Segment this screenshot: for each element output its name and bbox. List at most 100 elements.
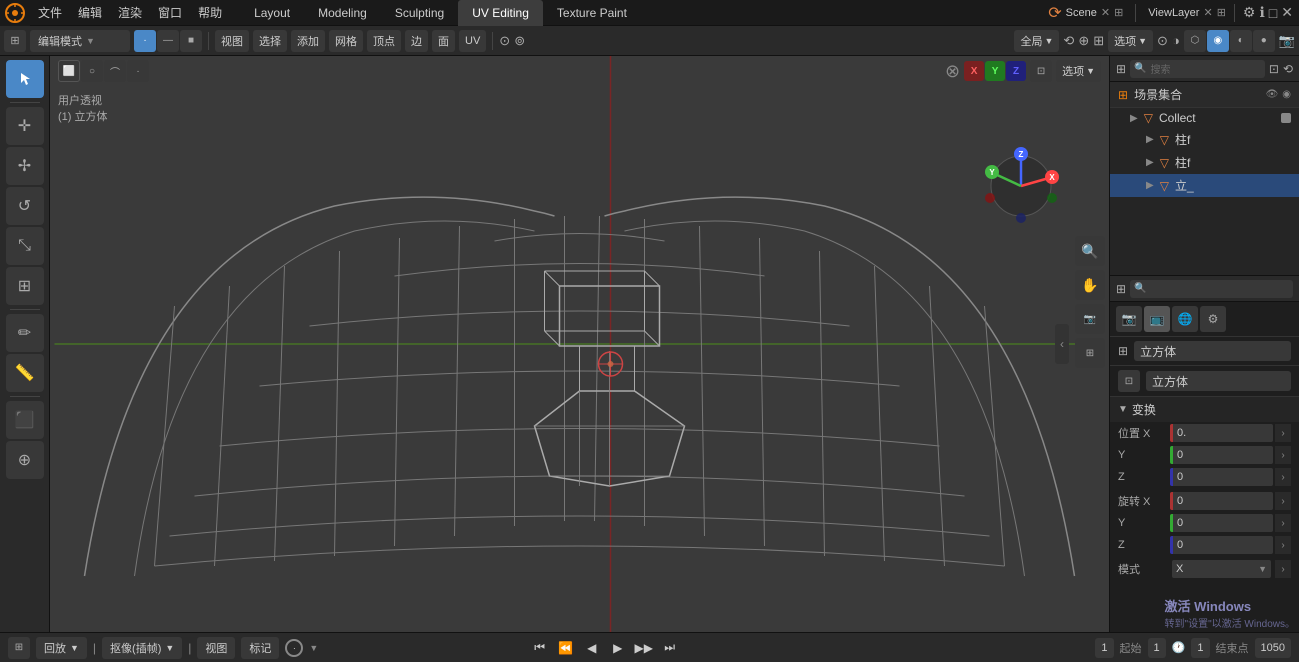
- icon-maximize[interactable]: □: [1269, 5, 1277, 21]
- pos-x-input[interactable]: 0.: [1170, 424, 1273, 442]
- pos-y-arrow[interactable]: ›: [1275, 446, 1291, 464]
- menu-window[interactable]: 窗口: [150, 0, 190, 26]
- outliner-item-2[interactable]: ▶ ▽ 柱f: [1110, 151, 1299, 174]
- wire-shading[interactable]: ⬡: [1184, 30, 1206, 52]
- solid-shading[interactable]: ◉: [1207, 30, 1229, 52]
- face-menu[interactable]: 面: [432, 30, 455, 52]
- vert-icon[interactable]: ·: [134, 30, 156, 52]
- select-options-btn[interactable]: 选项 ▼: [1056, 60, 1101, 82]
- view-menu[interactable]: 视图: [215, 30, 249, 52]
- pivot-icon[interactable]: ⊕: [1078, 33, 1089, 49]
- rotate-tool[interactable]: ↺: [6, 187, 44, 225]
- pan-vp-btn[interactable]: ✋: [1075, 270, 1105, 300]
- mesh-icon[interactable]: ⊡: [1118, 370, 1140, 392]
- mode-arrow[interactable]: ›: [1275, 560, 1291, 578]
- outliner-item-3-selected[interactable]: ▶ ▽ 立_: [1110, 174, 1299, 197]
- extrude-tool[interactable]: ⊕: [6, 441, 44, 479]
- rot-y-arrow[interactable]: ›: [1275, 514, 1291, 532]
- mesh-name-input[interactable]: 立方体: [1146, 371, 1291, 391]
- props-view-icon[interactable]: 🌐: [1172, 306, 1198, 332]
- face-icon[interactable]: ■: [180, 30, 202, 52]
- scene-hide-icon[interactable]: ◉: [1282, 89, 1291, 100]
- rot-y-input[interactable]: 0: [1170, 514, 1273, 532]
- start-time-input[interactable]: 1: [1191, 638, 1209, 658]
- select-tool[interactable]: [6, 60, 44, 98]
- keymap-btn[interactable]: 抠像(插帧) ▼: [102, 637, 182, 659]
- menu-help[interactable]: 帮助: [190, 0, 230, 26]
- current-frame-input[interactable]: 1: [1095, 638, 1113, 658]
- render-shading[interactable]: ●: [1253, 30, 1275, 52]
- prev-keyframe-btn[interactable]: ⏪: [555, 637, 577, 659]
- step-forward-btn[interactable]: ▶▶: [633, 637, 655, 659]
- menu-render[interactable]: 渲染: [110, 0, 150, 26]
- menu-edit[interactable]: 编辑: [70, 0, 110, 26]
- collect-row[interactable]: ▶ ▽ Collect: [1110, 108, 1299, 128]
- props-output-icon[interactable]: 📺: [1144, 306, 1170, 332]
- transform-tool[interactable]: ⊞: [6, 267, 44, 305]
- menu-file[interactable]: 文件: [30, 0, 70, 26]
- snap-icon[interactable]: ⊙: [499, 33, 510, 49]
- jump-end-btn[interactable]: ⏭: [659, 637, 681, 659]
- measure-tool[interactable]: 📏: [6, 354, 44, 392]
- camera-view-icon[interactable]: 📷: [1279, 33, 1295, 49]
- props-search-box[interactable]: 🔍: [1130, 280, 1293, 298]
- pos-y-input[interactable]: 0: [1170, 446, 1273, 464]
- rot-z-arrow[interactable]: ›: [1275, 536, 1291, 554]
- edge-icon[interactable]: —: [157, 30, 179, 52]
- editor-type-btn[interactable]: ⊞: [4, 30, 26, 52]
- transform-orient-icon[interactable]: ⊗: [945, 61, 960, 82]
- icon-close[interactable]: ✕: [1281, 4, 1293, 21]
- panel-collapse-arrow[interactable]: ‹: [1055, 324, 1069, 364]
- outliner-item-1[interactable]: ▶ ▽ 柱f: [1110, 128, 1299, 151]
- outliner-search-box[interactable]: 🔍 搜索: [1130, 60, 1265, 78]
- options-btn[interactable]: 选项 ▼: [1108, 30, 1153, 52]
- box-select-btn[interactable]: ⬜: [58, 60, 80, 82]
- transform-icon[interactable]: ⟲: [1063, 33, 1074, 49]
- y-axis-btn[interactable]: Y: [985, 61, 1005, 81]
- rot-x-arrow[interactable]: ›: [1275, 492, 1291, 510]
- material-shading[interactable]: ◐: [1230, 30, 1252, 52]
- tab-sculpting[interactable]: Sculpting: [381, 0, 458, 26]
- tab-texture-paint[interactable]: Texture Paint: [543, 0, 641, 26]
- transform-header[interactable]: ▼ 变换: [1110, 397, 1299, 422]
- tab-modeling[interactable]: Modeling: [304, 0, 381, 26]
- props-render-icon[interactable]: 📷: [1116, 306, 1142, 332]
- icon-settings[interactable]: ⚙: [1243, 4, 1256, 21]
- tab-layout[interactable]: Layout: [240, 0, 304, 26]
- proportional-icon[interactable]: ⊚: [514, 33, 525, 49]
- scene-collection-row[interactable]: ⊞ 场景集合 👁 ◉: [1110, 82, 1299, 108]
- circle-select-btn[interactable]: ○: [81, 60, 103, 82]
- editor-type-bottom[interactable]: ⊞: [8, 637, 30, 659]
- viewport-3d[interactable]: ⬜ ○ ⌒ · ⊗ X Y Z ⊡ 选项 ▼ 用户透视: [50, 56, 1109, 632]
- move-tool[interactable]: ✢: [6, 147, 44, 185]
- edge-menu[interactable]: 边: [405, 30, 428, 52]
- step-back-btn[interactable]: ◀: [581, 637, 603, 659]
- x-axis-btn[interactable]: X: [964, 61, 984, 81]
- props-scene-icon[interactable]: ⚙: [1200, 306, 1226, 332]
- shading-icon[interactable]: ◑: [1172, 33, 1180, 48]
- mode-select[interactable]: 编辑模式 ▼: [30, 30, 130, 52]
- icon-info[interactable]: ℹ: [1259, 4, 1264, 21]
- start-frame-input[interactable]: 1: [1148, 638, 1166, 658]
- outliner-sync-icon[interactable]: ⟲: [1283, 62, 1293, 76]
- uv-menu[interactable]: UV: [459, 30, 486, 52]
- undo-btn[interactable]: 回放 ▼: [36, 637, 87, 659]
- rot-z-input[interactable]: 0: [1170, 536, 1273, 554]
- scene-eye-icon[interactable]: 👁: [1266, 89, 1279, 100]
- mark-btn[interactable]: 标记: [241, 637, 279, 659]
- overlay-icon[interactable]: ⊙: [1157, 33, 1168, 49]
- persp-ortho-btn[interactable]: ⊡: [1030, 60, 1052, 82]
- annotate-tool[interactable]: ✏: [6, 314, 44, 352]
- zoom-vp-btn[interactable]: 🔍: [1075, 236, 1105, 266]
- tweak-select-btn[interactable]: ·: [127, 60, 149, 82]
- camera-vp-btn[interactable]: 📷: [1075, 304, 1105, 334]
- pos-z-input[interactable]: 0: [1170, 468, 1273, 486]
- add-menu[interactable]: 添加: [291, 30, 325, 52]
- end-frame-input[interactable]: 1050: [1255, 638, 1291, 658]
- outliner-filter-icon[interactable]: ⊡: [1269, 62, 1279, 76]
- add-cube-tool[interactable]: ⬛: [6, 401, 44, 439]
- tab-uv-editing[interactable]: UV Editing: [458, 0, 543, 26]
- play-btn[interactable]: ▶: [607, 637, 629, 659]
- global-btn[interactable]: 全局 ▼: [1014, 30, 1059, 52]
- lasso-select-btn[interactable]: ⌒: [104, 60, 126, 82]
